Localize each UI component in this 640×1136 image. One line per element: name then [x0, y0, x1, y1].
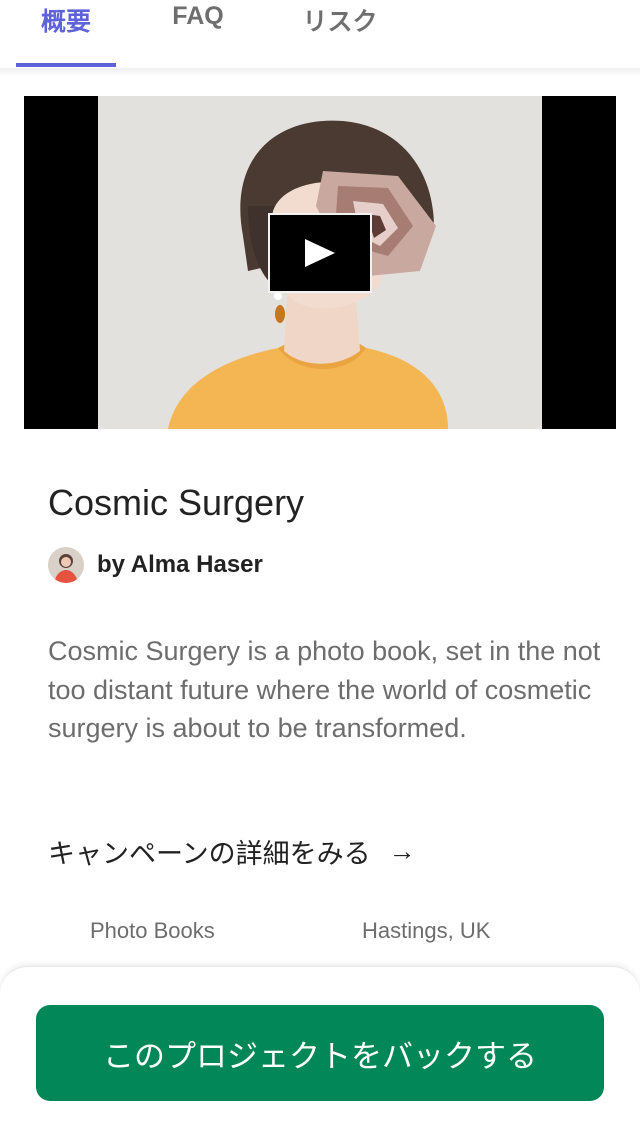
project-video[interactable] [24, 96, 616, 429]
project-category[interactable]: Photo Books [90, 918, 215, 944]
project-location[interactable]: Hastings, UK [362, 918, 490, 944]
project-title: Cosmic Surgery [48, 482, 305, 523]
tab-risks-label: リスク [302, 8, 378, 36]
tab-faq-label: FAQ [172, 2, 224, 30]
creator-name[interactable]: by Alma Haser [97, 551, 263, 579]
bottom-action-bar: このプロジェクトをバックする [0, 966, 640, 1136]
play-button[interactable] [268, 213, 372, 293]
creator-avatar[interactable] [48, 547, 84, 583]
tab-faq[interactable]: FAQ [148, 0, 248, 68]
back-this-project-button[interactable]: このプロジェクトをバックする [36, 1005, 604, 1101]
avatar-icon [48, 547, 84, 583]
active-tab-indicator [16, 63, 116, 67]
tab-bar: 概要 FAQ リスク [0, 0, 640, 68]
project-blurb: Cosmic Surgery is a photo book, set in t… [48, 636, 601, 743]
campaign-details-label: キャンペーンの詳細をみる [48, 839, 371, 869]
campaign-details-link[interactable]: キャンペーンの詳細をみる → [48, 832, 416, 871]
tab-overview-label: 概要 [40, 8, 91, 36]
tab-risks[interactable]: リスク [284, 0, 396, 68]
tab-bar-shadow [0, 68, 640, 76]
arrow-right-icon: → [388, 836, 416, 866]
creator-row[interactable]: by Alma Haser [48, 547, 263, 583]
play-icon [305, 239, 335, 267]
tab-overview[interactable]: 概要 [16, 0, 116, 68]
